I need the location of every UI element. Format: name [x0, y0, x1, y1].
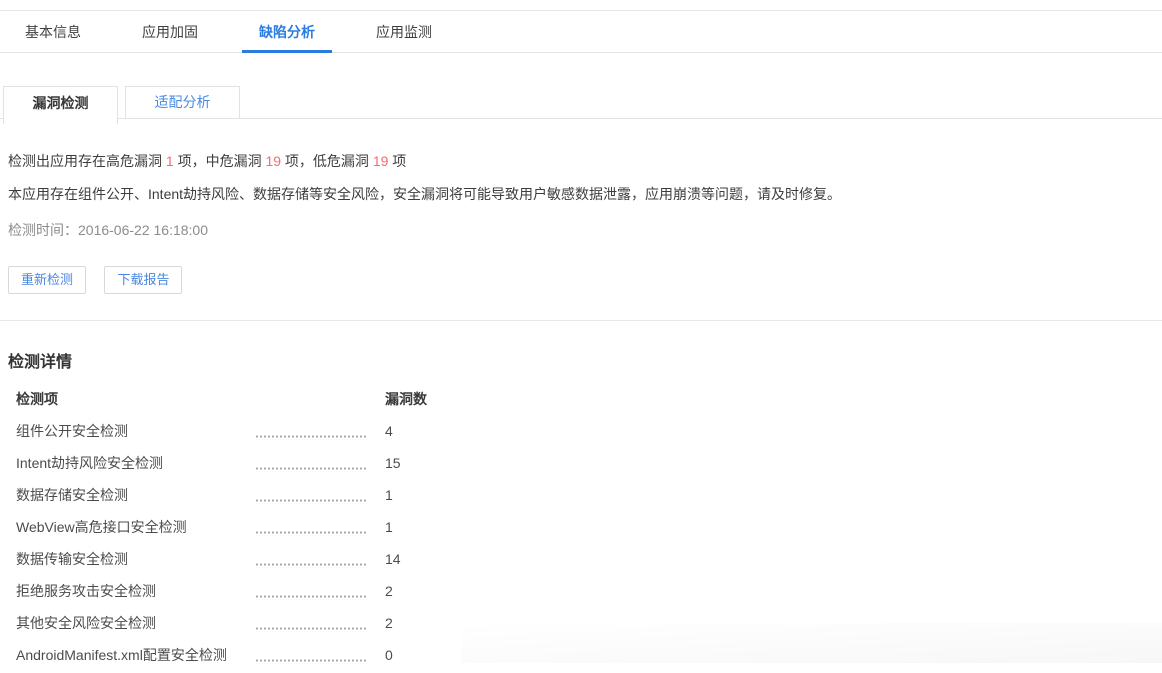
subtab-vulnerability-detection[interactable]: 漏洞检测	[3, 86, 118, 124]
detection-item-name: WebView高危接口安全检测	[16, 517, 255, 537]
download-report-button[interactable]: 下载报告	[104, 266, 182, 294]
table-row: Intent劫持风险安全检测 15	[8, 447, 1162, 479]
high-risk-count: 1	[166, 153, 174, 169]
action-button-row: 重新检测 下载报告	[0, 266, 1162, 294]
dotted-leader	[255, 627, 368, 630]
detection-item-name: 数据传输安全检测	[16, 549, 255, 569]
detection-item-name: AndroidManifest.xml配置安全检测	[16, 645, 255, 665]
detection-item-name: Intent劫持风险安全检测	[16, 453, 255, 473]
vulnerability-count: 1	[385, 519, 393, 535]
detection-time-value: 2016-06-22 16:18:00	[78, 222, 208, 238]
detection-time-row: 检测时间：2016-06-22 16:18:00	[8, 221, 1162, 239]
summary-text: 检测出应用存在高危漏洞	[8, 153, 166, 169]
detection-item-name: 拒绝服务攻击安全检测	[16, 581, 255, 601]
column-header-count: 漏洞数	[385, 389, 427, 409]
vulnerability-count: 2	[385, 583, 393, 599]
detection-item-name: 其他安全风险安全检测	[16, 613, 255, 633]
summary-text: 项	[388, 153, 406, 169]
vulnerability-summary: 检测出应用存在高危漏洞 1 项，中危漏洞 19 项，低危漏洞 19 项 本应用存…	[0, 152, 1162, 239]
vulnerability-count: 2	[385, 615, 393, 631]
column-header-item: 检测项	[16, 389, 385, 409]
dotted-leader	[255, 499, 368, 502]
detection-table: 检测项 漏洞数 组件公开安全检测 4 Intent劫持风险安全检测 15 数据存…	[8, 389, 1162, 671]
dotted-leader	[255, 563, 368, 566]
vulnerability-count: 14	[385, 551, 401, 567]
tab-defect-analysis[interactable]: 缺陷分析	[259, 11, 315, 52]
dotted-leader	[255, 531, 368, 534]
table-row: 数据传输安全检测 14	[8, 543, 1162, 575]
summary-text: 项，低危漏洞	[281, 153, 373, 169]
table-row: 其他安全风险安全检测 2	[8, 607, 1162, 639]
summary-counts-line: 检测出应用存在高危漏洞 1 项，中危漏洞 19 项，低危漏洞 19 项	[8, 152, 1162, 170]
sub-tab-bar: 漏洞检测 适配分析	[0, 86, 1162, 124]
dotted-leader	[255, 659, 368, 662]
medium-risk-count: 19	[265, 153, 281, 169]
low-risk-count: 19	[373, 153, 389, 169]
dotted-leader	[255, 595, 368, 598]
top-tab-bar: 基本信息 应用加固 缺陷分析 应用监测	[0, 10, 1162, 53]
table-row: 拒绝服务攻击安全检测 2	[8, 575, 1162, 607]
detection-item-name: 数据存储安全检测	[16, 485, 255, 505]
summary-text: 项，中危漏洞	[174, 153, 266, 169]
table-row: 数据存储安全检测 1	[8, 479, 1162, 511]
tab-basic-info[interactable]: 基本信息	[25, 11, 81, 52]
dotted-leader	[255, 467, 368, 470]
table-row: 组件公开安全检测 4	[8, 415, 1162, 447]
detection-time-label: 检测时间：	[8, 222, 78, 238]
risk-description: 本应用存在组件公开、Intent劫持风险、数据存储等安全风险，安全漏洞将可能导致…	[8, 185, 1162, 203]
vulnerability-count: 4	[385, 423, 393, 439]
table-row: AndroidManifest.xml配置安全检测 0	[8, 639, 1162, 671]
vulnerability-count: 1	[385, 487, 393, 503]
table-row: WebView高危接口安全检测 1	[8, 511, 1162, 543]
dotted-leader	[255, 435, 368, 438]
recheck-button[interactable]: 重新检测	[8, 266, 86, 294]
tab-app-monitoring[interactable]: 应用监测	[376, 11, 432, 52]
tab-app-hardening[interactable]: 应用加固	[142, 11, 198, 52]
detection-item-name: 组件公开安全检测	[16, 421, 255, 441]
table-header-row: 检测项 漏洞数	[8, 389, 1162, 409]
details-section-title: 检测详情	[8, 321, 1162, 372]
vulnerability-count: 0	[385, 647, 393, 663]
vulnerability-count: 15	[385, 455, 401, 471]
detection-details-section: 检测详情 检测项 漏洞数 组件公开安全检测 4 Intent劫持风险安全检测 1…	[0, 321, 1162, 671]
subtab-compatibility-analysis[interactable]: 适配分析	[125, 86, 240, 119]
